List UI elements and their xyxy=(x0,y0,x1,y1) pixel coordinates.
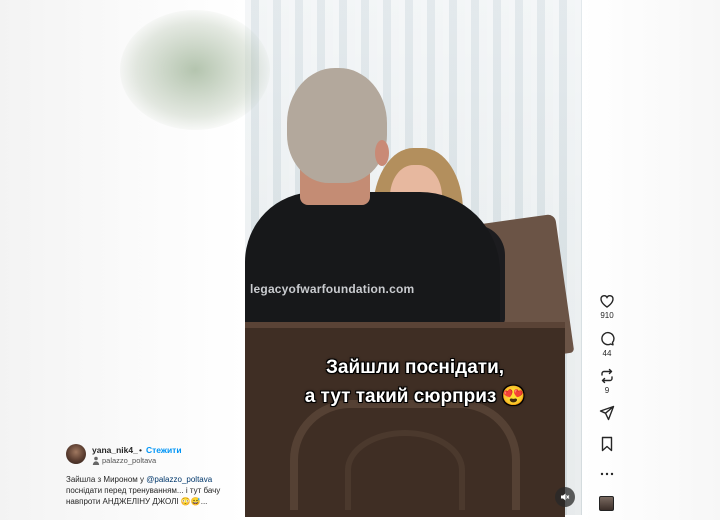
repost-count: 9 xyxy=(604,386,610,395)
speaker-muted-icon xyxy=(561,493,570,501)
comment-icon xyxy=(601,331,615,346)
avatar[interactable] xyxy=(66,444,86,464)
shirt-print: legacyofwarfoundation.com xyxy=(250,282,415,296)
share-icon xyxy=(599,405,615,421)
username[interactable]: yana_nik4_ xyxy=(92,445,138,455)
man-ear xyxy=(375,140,389,166)
share-button[interactable] xyxy=(592,405,622,421)
table-carving-inner xyxy=(345,430,465,510)
post-description: Зайшла з Мироном у @palazzo_poltava посн… xyxy=(66,474,241,507)
location-link[interactable]: palazzo_poltava xyxy=(102,456,156,465)
save-button[interactable] xyxy=(592,436,622,452)
separator-dot: • xyxy=(139,445,142,455)
video-caption-line2: а тут такий сюрприз 😍 xyxy=(304,386,526,407)
window-trees xyxy=(120,10,270,130)
bookmark-icon xyxy=(601,436,613,452)
man-shirt xyxy=(245,192,500,342)
man-head xyxy=(287,68,387,183)
description-text-start: Зайшла з Мироном у xyxy=(66,475,147,484)
more-icon xyxy=(600,472,614,476)
audio-thumbnail[interactable] xyxy=(599,496,614,511)
like-count: 910 xyxy=(600,311,614,320)
video-caption-line1: Зайшли поснідати, xyxy=(325,357,505,378)
description-text-end: поснідати перед тренуванням... і тут бач… xyxy=(66,486,221,506)
comment-count: 44 xyxy=(602,349,612,358)
repost-icon xyxy=(601,368,613,384)
mention-link[interactable]: @palazzo_poltava xyxy=(146,475,212,484)
mute-button[interactable] xyxy=(555,487,575,507)
location-pin-icon xyxy=(92,456,100,465)
heart-icon xyxy=(600,295,614,308)
more-options-button[interactable] xyxy=(592,466,622,482)
like-button[interactable]: 910 xyxy=(592,293,622,320)
follow-button[interactable]: Стежити xyxy=(146,445,182,455)
comment-button[interactable]: 44 xyxy=(592,331,622,358)
repost-button[interactable]: 9 xyxy=(592,368,622,395)
